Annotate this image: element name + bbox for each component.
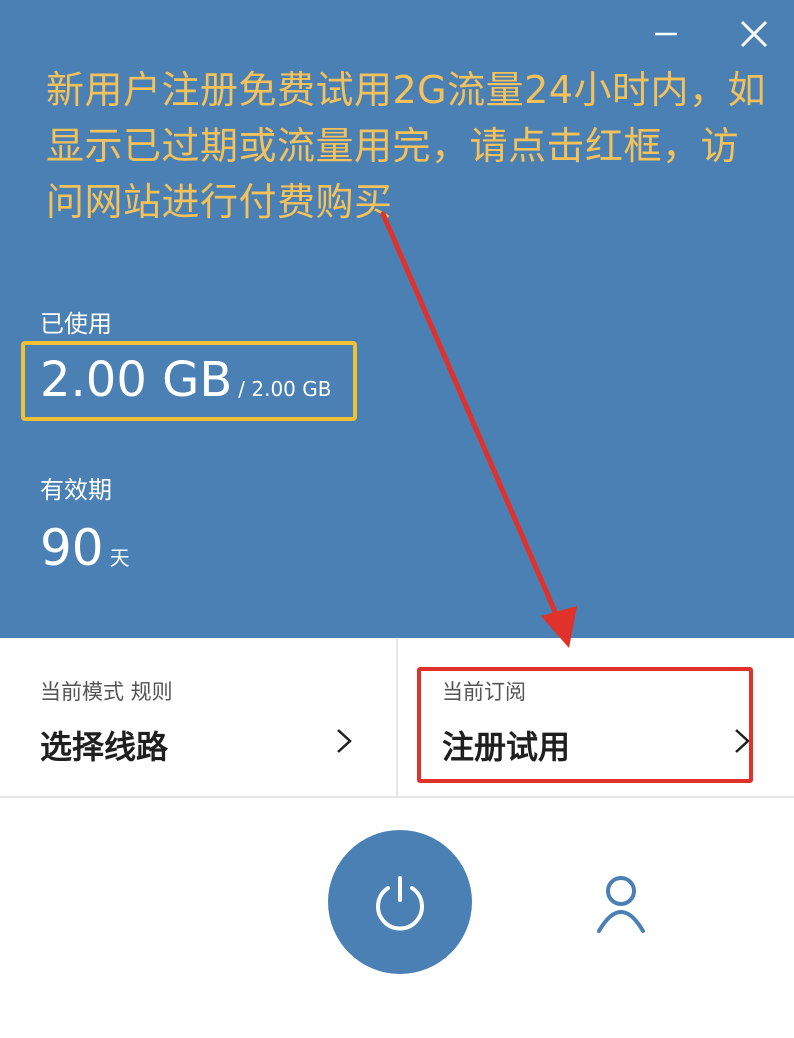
close-button[interactable] — [730, 10, 778, 58]
usage-value: 2.00 GB/ 2.00 GB — [40, 352, 331, 408]
subscription-card[interactable]: 当前订阅 注册试用 — [398, 638, 794, 796]
used-label: 已使用 — [40, 310, 112, 338]
mode-caption: 当前模式 规则 — [40, 680, 173, 704]
select-route-card[interactable]: 当前模式 规则 选择线路 — [0, 638, 398, 796]
validity-days: 90 — [40, 519, 104, 577]
validity-value: 90 天 — [40, 520, 130, 576]
app-window: 新用户注册免费试用2G流量24小时内，如显示已过期或流量用完，请点击红框，访问网… — [0, 0, 794, 1038]
minimize-icon — [655, 32, 677, 36]
chevron-right-icon — [337, 729, 352, 753]
close-icon — [740, 20, 768, 48]
power-button[interactable] — [328, 830, 472, 974]
total-amount: / 2.00 GB — [238, 377, 332, 401]
mode-row: 当前模式 规则 选择线路 当前订阅 注册试用 — [0, 638, 794, 798]
chevron-right-icon — [735, 729, 750, 753]
subscription-caption: 当前订阅 — [442, 680, 526, 704]
validity-label: 有效期 — [40, 476, 112, 504]
validity-unit: 天 — [109, 546, 130, 570]
power-icon — [376, 876, 424, 931]
subscription-title: 注册试用 — [442, 728, 571, 766]
mode-title: 选择线路 — [40, 728, 169, 766]
used-amount: 2.00 GB — [40, 352, 233, 408]
user-icon — [597, 876, 645, 933]
status-panel: 新用户注册免费试用2G流量24小时内，如显示已过期或流量用完，请点击红框，访问网… — [0, 0, 794, 638]
trial-notice: 新用户注册免费试用2G流量24小时内，如显示已过期或流量用完，请点击红框，访问网… — [46, 68, 766, 224]
user-button[interactable] — [588, 868, 654, 938]
minimize-button[interactable] — [642, 10, 690, 58]
